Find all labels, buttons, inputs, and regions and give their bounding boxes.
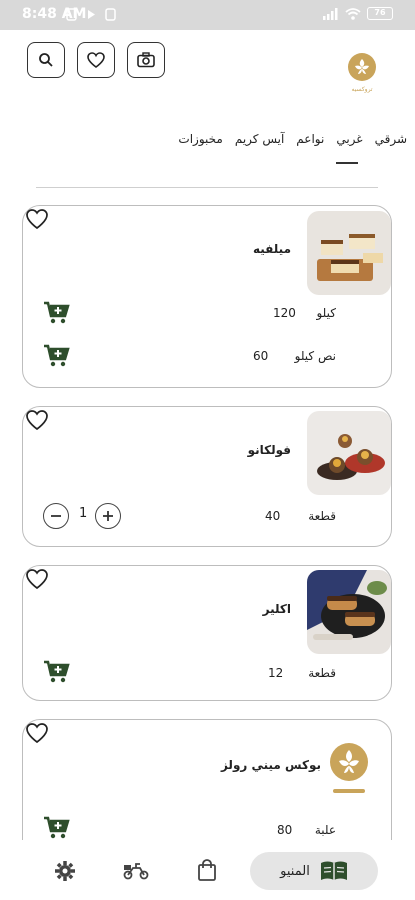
bottom-navigation: المنيو [0,840,415,900]
settings-icon[interactable] [54,860,76,886]
product-name: ميلفيه [252,242,291,256]
logo-text: تروكسيه [351,86,372,93]
product-image [307,570,391,654]
product-name: اكلير [262,602,291,616]
delivery-icon[interactable] [123,862,149,884]
product-name: بوكس ميني رولز [220,758,321,772]
category-tabs: شرقي غربي نواعم آيس كريم مخبوزات [178,132,407,146]
price: 12 [268,666,284,680]
favorites-button[interactable] [77,42,115,78]
plus-icon [103,511,113,521]
camera-icon [137,52,155,68]
product-card: بوكس ميني رولز علبة 80 [22,719,392,859]
status-bar: 8:48 AM 76 [0,0,415,30]
minus-icon [51,515,61,517]
search-button[interactable] [27,42,65,78]
heart-icon [87,52,105,68]
favorite-heart-icon[interactable] [25,568,49,594]
product-card: فولكانو قطعة 40 1 [22,406,392,547]
decrease-quantity-button[interactable] [43,503,69,529]
product-image [307,411,391,495]
product-image [307,211,391,295]
product-card: اكلير قطعة 12 [22,565,392,701]
menu-book-icon [320,861,347,880]
price: 40 [265,509,281,523]
add-to-cart-icon[interactable] [43,816,71,840]
add-to-cart-icon[interactable] [43,344,71,368]
unit-label: نص كيلو [294,349,336,363]
favorite-heart-icon[interactable] [25,722,49,748]
unit-label: علبة [314,823,336,837]
search-icon [39,53,53,67]
shopping-bag-icon[interactable] [197,859,217,885]
menu-label: المنيو [280,863,310,879]
tab-eastern[interactable]: شرقي [375,132,407,146]
menu-tab-button[interactable]: المنيو [250,852,378,890]
favorite-heart-icon[interactable] [25,409,49,435]
quantity-value: 1 [79,506,88,521]
add-to-cart-icon[interactable] [43,660,71,684]
status-right: 76 [323,7,393,20]
camera-button[interactable] [127,42,165,78]
favorite-heart-icon[interactable] [25,208,49,234]
price: 80 [277,823,293,837]
tab-ice-cream[interactable]: آيس كريم [235,132,284,146]
signal-icon [323,7,338,20]
price: 120 [273,306,296,320]
active-tab-indicator [336,162,358,164]
status-notification-icons [66,8,118,24]
product-logo-image [319,734,379,808]
unit-label: قطعة [308,509,336,523]
add-to-cart-icon[interactable] [43,301,71,325]
divider [36,187,378,188]
price: 60 [253,349,269,363]
tab-bakery[interactable]: مخبوزات [178,132,222,146]
brand-logo: تروكسيه [344,50,380,94]
unit-label: كيلو [316,306,336,320]
tab-western[interactable]: غربي [336,132,362,146]
increase-quantity-button[interactable] [95,503,121,529]
product-card: ميلفيه كيلو 120 نص كيلو 60 [22,205,392,388]
battery-icon: 76 [367,7,393,20]
tab-soft[interactable]: نواعم [296,132,324,146]
wifi-icon [345,7,361,20]
product-name: فولكانو [247,443,291,457]
unit-label: قطعة [308,666,336,680]
